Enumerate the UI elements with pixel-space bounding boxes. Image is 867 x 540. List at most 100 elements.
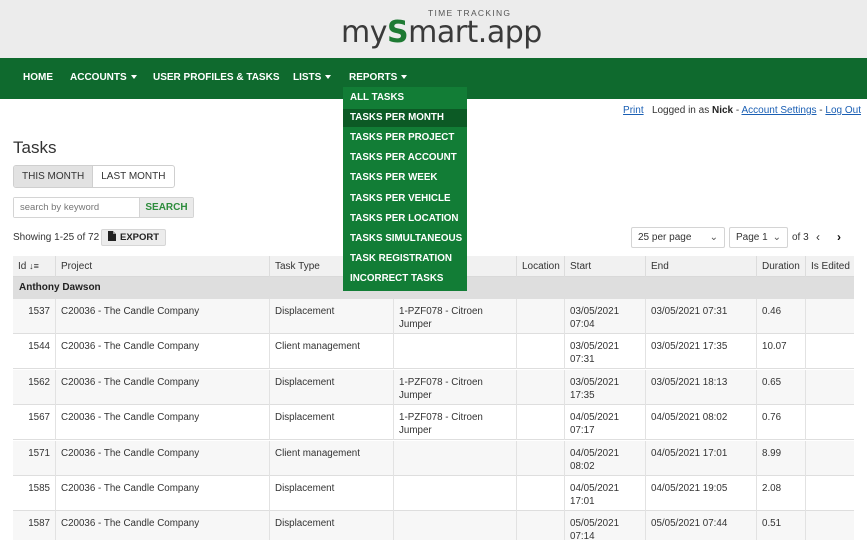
page-select[interactable]: Page 1 ⌄ [729,227,788,248]
print-link[interactable]: Print [623,105,644,116]
cell-type: Displacement [269,369,393,405]
menu-item-tasks-per-project[interactable]: TASKS PER PROJECT [343,129,467,147]
cell-start: 04/05/2021 08:02 [564,440,645,476]
cell-location [516,511,564,540]
cell-type: Client management [269,334,393,370]
menu-item-tasks-per-vehicle[interactable]: TASKS PER VEHICLE [343,190,467,208]
cell-vehicle: 1-PZF078 - Citroen Jumper [393,299,516,334]
menu-item-incorrect-tasks[interactable]: INCORRECT TASKS [343,270,467,288]
cell-id: 1537 [28,306,50,317]
this-month-button[interactable]: THIS MONTH [14,166,94,187]
cell-edited [805,334,854,370]
cell-id: 1562 [28,376,50,388]
table-row[interactable]: 1537 C20036 - The Candle Company Displacem… [13,299,854,334]
cell-project: C20036 - The Candle Company [55,334,269,370]
nav-lists-label: LISTS [293,72,322,83]
sort-icon: ↓≡ [29,261,39,271]
cell-edited [805,476,854,511]
cell-edited [805,299,854,334]
export-button[interactable]: EXPORT [101,229,167,246]
column-label: Id [18,261,27,272]
account-settings-link[interactable]: Account Settings [741,105,816,116]
page-count: of 3 [792,232,809,243]
top-header: TIME TRACKING mySmart.app [0,0,867,58]
menu-item-task-registration[interactable]: TASK REGISTRATION [343,250,467,268]
cell-location [516,440,564,476]
cell-end: 03/05/2021 17:35 [645,334,756,370]
search-input[interactable] [14,198,139,217]
logout-link[interactable]: Log Out [825,105,861,116]
cell-duration: 0.51 [756,511,805,540]
table-row[interactable]: 1562 C20036 - The Candle Company Displacem… [13,369,854,405]
cell-edited [805,440,854,476]
cell-vehicle: 1-PZF078 - Citroen Jumper [393,405,516,441]
table-row[interactable]: 1587 C20036 - The Candle Company Displacem… [13,511,854,540]
column-header-start[interactable]: Start [564,256,645,277]
cell-project: C20036 - The Candle Company [55,476,269,511]
cell-start: 03/05/2021 17:35 [564,369,645,405]
menu-item-all-tasks[interactable]: ALL TASKS [343,89,467,107]
logged-in-label: Logged in as [651,105,710,116]
search-button[interactable]: SEARCH [139,198,193,217]
cell-type: Displacement [269,299,393,334]
nav-accounts[interactable]: ACCOUNTS [70,58,137,99]
table-row[interactable]: 1571 C20036 - The Candle Company Client ma… [13,440,854,476]
cell-duration: 2.08 [756,476,805,511]
cell-id: 1587 [28,518,50,530]
nav-reports-label: REPORTS [349,72,398,83]
menu-item-tasks-simultaneous[interactable]: TASKS SIMULTANEOUS [343,230,467,248]
cell-duration: 0.46 [756,299,805,334]
cell-start: 05/05/2021 07:14 [564,511,645,540]
cell-location [516,334,564,370]
column-header-is-edited[interactable]: Is Edited [805,256,854,277]
cell-id: 1585 [28,483,50,494]
cell-project: C20036 - The Candle Company [55,299,269,334]
file-icon [108,231,116,241]
column-header-location[interactable]: Location [516,256,564,277]
menu-item-tasks-per-week[interactable]: TASKS PER WEEK [343,169,467,187]
logo-text-post: mart.app [408,15,542,50]
cell-location [516,405,564,441]
cell-duration: 0.76 [756,405,805,441]
cell-end: 05/05/2021 07:44 [645,511,756,540]
cell-id: 1567 [28,412,50,424]
chevron-left-icon: ‹ [816,230,820,244]
caret-down-icon [130,74,137,79]
cell-start: 04/05/2021 17:01 [564,476,645,511]
cell-edited [805,405,854,441]
table-row[interactable]: 1567 C20036 - The Candle Company Displacem… [13,405,854,441]
cell-vehicle [393,334,516,370]
chevron-right-icon: › [837,230,841,244]
cell-location [516,369,564,405]
menu-item-tasks-per-account[interactable]: TASKS PER ACCOUNT [343,149,467,167]
next-page-button[interactable]: › [837,230,841,244]
table-row[interactable]: 1544 C20036 - The Candle Company Client ma… [13,334,854,370]
cell-start: 03/05/2021 07:04 [564,299,645,334]
cell-project: C20036 - The Candle Company [55,369,269,405]
cell-end: 04/05/2021 19:05 [645,476,756,511]
last-month-button[interactable]: LAST MONTH [93,166,173,187]
cell-end: 04/05/2021 08:02 [645,405,756,441]
prev-page-button[interactable]: ‹ [816,230,820,244]
logo-text-s: S [386,15,409,50]
cell-end: 03/05/2021 07:31 [645,299,756,334]
nav-lists[interactable]: LISTS [293,58,332,99]
cell-duration: 8.99 [756,440,805,476]
period-toggle: THIS MONTH LAST MONTH [13,165,175,188]
app-logo[interactable]: TIME TRACKING mySmart.app [341,6,542,54]
per-page-select[interactable]: 25 per page ⌄ [631,227,725,248]
nav-user-profiles-tasks[interactable]: USER PROFILES & TASKS [153,58,280,99]
table-row[interactable]: 1585 C20036 - The Candle Company Displacem… [13,476,854,511]
export-label: EXPORT [120,232,160,243]
cell-type: Displacement [269,511,393,540]
column-header-end[interactable]: End [645,256,756,277]
column-header-duration[interactable]: Duration [756,256,805,277]
menu-item-tasks-per-month[interactable]: TASKS PER MONTH [343,109,467,127]
menu-item-tasks-per-location[interactable]: TASKS PER LOCATION [343,210,467,228]
reports-dropdown-menu: ALL TASKS TASKS PER MONTH TASKS PER PROJ… [343,87,467,291]
search-bar: SEARCH [13,197,194,218]
column-header-project[interactable]: Project [55,256,269,277]
nav-accounts-label: ACCOUNTS [70,72,127,83]
nav-home[interactable]: HOME [23,58,53,99]
column-header-id[interactable]: Id ↓≡ [13,256,55,277]
